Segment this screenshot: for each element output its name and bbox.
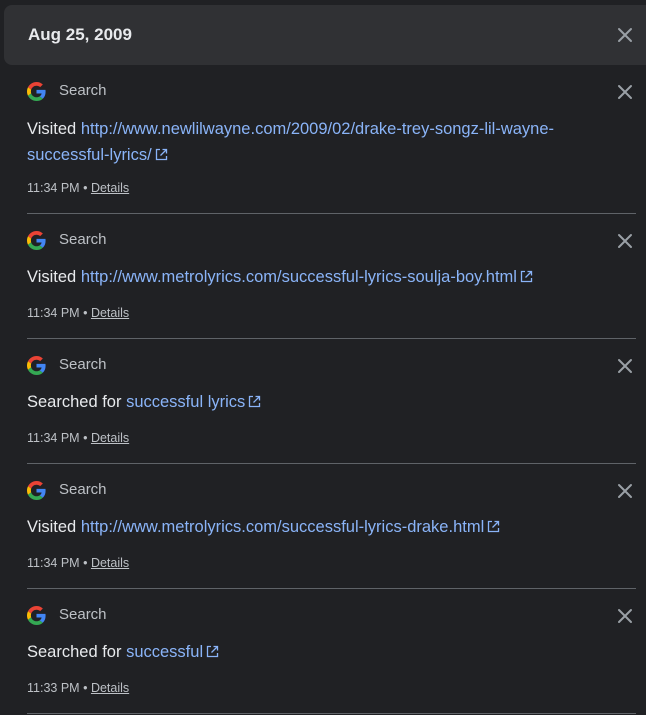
entry-divider [27,463,636,464]
product-label: Search [59,231,107,248]
meta-separator: • [83,556,88,570]
entry-time: 11:34 PM [27,181,80,195]
entry-prefix: Visited [27,518,77,536]
entry-divider [27,588,636,589]
entry-meta: 11:34 PM • Details [27,556,129,571]
close-icon[interactable] [616,83,634,101]
details-link[interactable]: Details [91,681,129,695]
entry-title: Visited http://www.metrolyrics.com/succe… [27,514,607,540]
external-link-icon [520,265,533,283]
google-g-icon [27,606,46,625]
entry-meta: 11:34 PM • Details [27,431,129,446]
external-link-icon [248,390,261,408]
google-g-icon [27,481,46,500]
entry-link[interactable]: http://www.metrolyrics.com/successful-ly… [81,268,533,286]
external-link-icon [487,515,500,533]
date-header: Aug 25, 2009 [4,5,646,65]
entry-meta: 11:33 PM • Details [27,681,129,696]
product-label: Search [59,606,107,623]
entry-link[interactable]: successful lyrics [126,393,261,411]
external-link-icon [206,640,219,658]
entry-title: Searched for successful lyrics [27,389,607,415]
details-link[interactable]: Details [91,306,129,320]
details-link[interactable]: Details [91,431,129,445]
meta-separator: • [83,306,88,320]
entry-time: 11:34 PM [27,431,80,445]
details-link[interactable]: Details [91,181,129,195]
entry-time: 11:34 PM [27,556,80,570]
entry-title: Visited http://www.metrolyrics.com/succe… [27,264,607,290]
entry-prefix: Visited [27,120,77,138]
entry-link[interactable]: successful [126,643,219,661]
entry-prefix: Searched for [27,393,122,411]
details-link[interactable]: Details [91,556,129,570]
entry-meta: 11:34 PM • Details [27,306,129,321]
meta-separator: • [83,181,88,195]
entry-time: 11:33 PM [27,681,80,695]
meta-separator: • [83,681,88,695]
product-label: Search [59,82,107,99]
entry-link[interactable]: http://www.metrolyrics.com/successful-ly… [81,518,500,536]
entry-prefix: Visited [27,268,77,286]
date-title: Aug 25, 2009 [28,25,132,44]
google-g-icon [27,231,46,250]
entry-time: 11:34 PM [27,306,80,320]
close-icon[interactable] [616,357,634,375]
close-icon[interactable] [616,482,634,500]
product-label: Search [59,356,107,373]
google-g-icon [27,82,46,101]
close-icon[interactable] [616,607,634,625]
product-label: Search [59,481,107,498]
meta-separator: • [83,431,88,445]
close-icon[interactable] [616,26,634,44]
external-link-icon [155,143,168,161]
entry-meta: 11:34 PM • Details [27,181,129,196]
activity-page: Aug 25, 2009 Search Visited http://www.n… [0,0,646,715]
entry-divider [27,338,636,339]
entry-title: Searched for successful [27,639,607,665]
close-icon[interactable] [616,232,634,250]
google-g-icon [27,356,46,375]
entry-divider [27,213,636,214]
entry-link[interactable]: http://www.newlilwayne.com/2009/02/drake… [27,120,554,164]
entry-prefix: Searched for [27,643,122,661]
entry-title: Visited http://www.newlilwayne.com/2009/… [27,116,607,168]
entry-divider [27,713,636,714]
